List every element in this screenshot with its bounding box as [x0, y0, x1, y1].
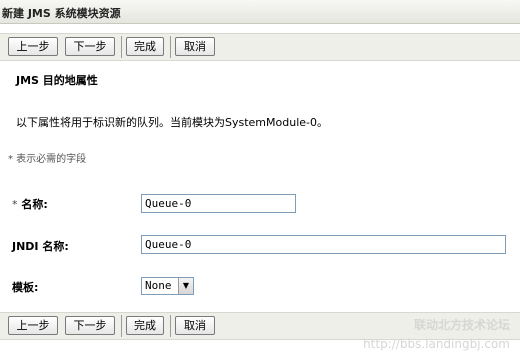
next-button[interactable]: 下一步: [65, 316, 115, 335]
required-marker: *: [12, 198, 18, 211]
name-label-group: * 名称:: [12, 196, 48, 212]
window-title: 新建 JMS 系统模块资源: [2, 7, 121, 20]
cancel-button[interactable]: 取消: [175, 316, 215, 335]
top-toolbar: 上一步 下一步 完成 取消: [0, 33, 520, 61]
jndi-name-label: JNDI 名称:: [12, 240, 69, 253]
back-button[interactable]: 上一步: [8, 316, 58, 335]
back-button[interactable]: 上一步: [8, 37, 58, 56]
name-input[interactable]: Queue-0: [141, 194, 296, 213]
toolbar-separator: [121, 36, 122, 58]
finish-button[interactable]: 完成: [126, 316, 164, 335]
template-selected-value: None: [145, 279, 172, 292]
finish-button[interactable]: 完成: [126, 37, 164, 56]
watermark-title: 联动北方技术论坛: [413, 318, 510, 332]
section-intro: 以下属性将用于标识新的队列。当前模块为SystemModule-0。: [16, 116, 328, 129]
cancel-button[interactable]: 取消: [175, 37, 215, 56]
chevron-down-icon[interactable]: ▼: [178, 278, 193, 294]
jndi-name-input[interactable]: Queue-0: [141, 235, 506, 254]
toolbar-separator: [121, 315, 122, 337]
next-button[interactable]: 下一步: [65, 37, 115, 56]
toolbar-separator: [170, 36, 171, 58]
template-select[interactable]: None ▼: [141, 277, 194, 295]
watermark: 联动北方技术论坛 http://bbs.landingbj.com: [363, 316, 510, 351]
watermark-url: http://bbs.landingbj.com: [363, 337, 510, 351]
window-title-bar: 新建 JMS 系统模块资源: [0, 0, 520, 24]
section-heading: JMS 目的地属性: [16, 74, 98, 87]
required-field-note: * 表示必需的字段: [8, 154, 87, 165]
template-label: 模板:: [12, 281, 39, 294]
name-label: 名称:: [21, 198, 48, 211]
toolbar-separator: [170, 315, 171, 337]
